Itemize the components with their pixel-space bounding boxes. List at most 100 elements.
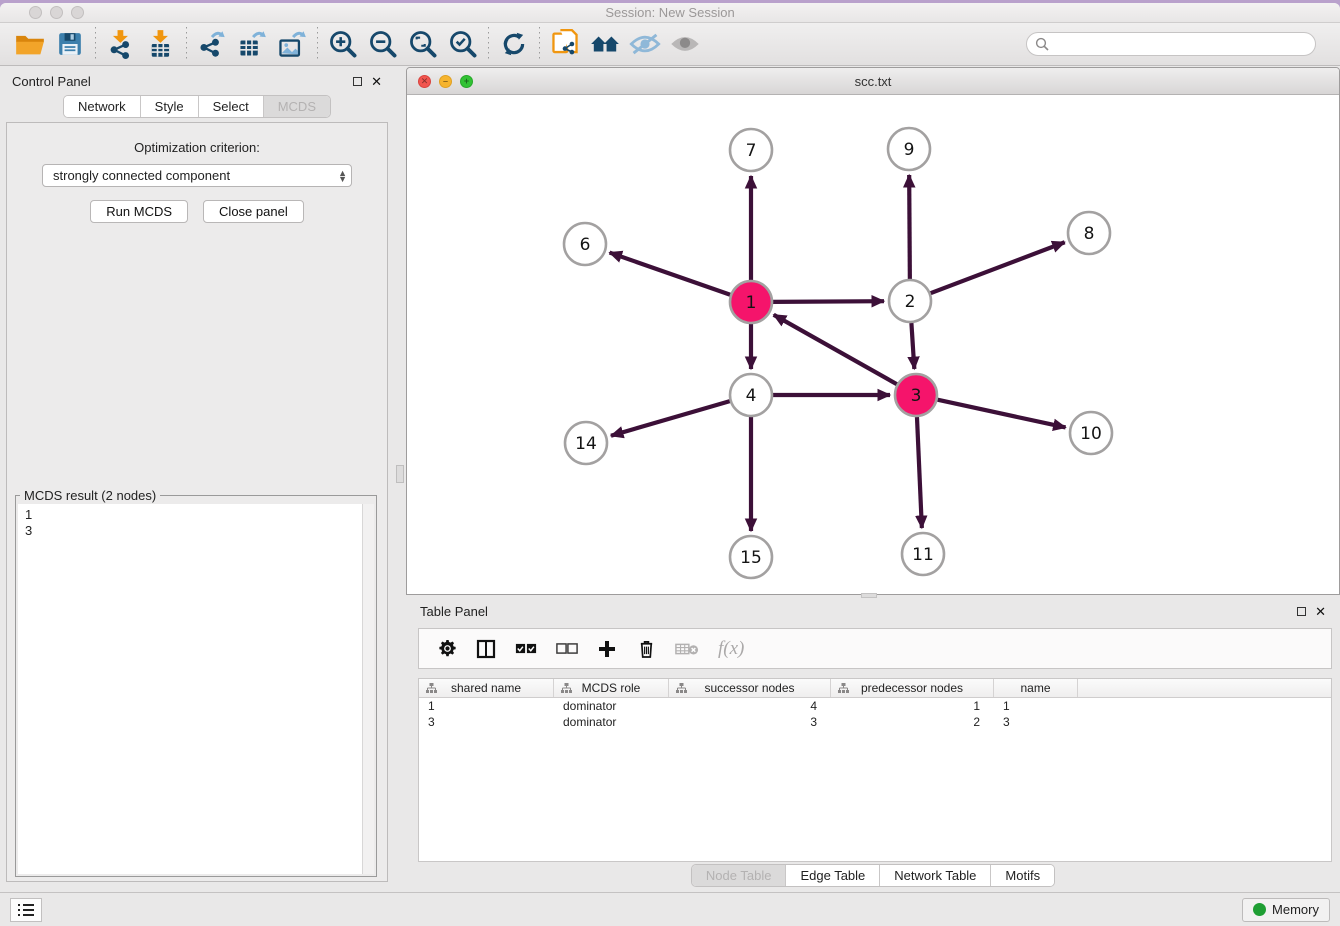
criterion-value: strongly connected component xyxy=(53,168,230,183)
splitter-handle[interactable] xyxy=(396,465,404,483)
search-input[interactable] xyxy=(1054,37,1315,52)
node-1[interactable]: 1 xyxy=(730,281,772,323)
edge-2-9[interactable] xyxy=(909,175,910,279)
cell: 3 xyxy=(994,715,1078,729)
memory-status-icon xyxy=(1253,903,1266,916)
zoom-out-button[interactable] xyxy=(363,26,403,62)
close-panel-button[interactable]: Close panel xyxy=(203,200,304,223)
svg-text:4: 4 xyxy=(746,386,757,406)
float-table-panel-icon[interactable] xyxy=(1297,607,1306,616)
select-all-rows-button[interactable] xyxy=(515,643,537,654)
delete-table-icon xyxy=(675,641,699,657)
mcds-result-title: MCDS result (2 nodes) xyxy=(20,488,160,503)
node-11[interactable]: 11 xyxy=(902,533,944,575)
column-header-shared-name[interactable]: shared name xyxy=(419,679,554,697)
show-all-button[interactable] xyxy=(665,26,705,62)
import-table-button[interactable] xyxy=(141,26,181,62)
delete-table-button[interactable] xyxy=(675,641,699,657)
svg-text:6: 6 xyxy=(580,235,591,255)
edge-2-8[interactable] xyxy=(931,242,1065,293)
show-column-button[interactable] xyxy=(476,639,496,659)
node-2[interactable]: 2 xyxy=(889,280,931,322)
node-6[interactable]: 6 xyxy=(564,223,606,265)
search-field[interactable] xyxy=(1026,32,1316,56)
task-history-button[interactable] xyxy=(10,898,42,922)
first-neighbors-button[interactable] xyxy=(545,26,585,62)
list-icon xyxy=(17,903,35,917)
node-3[interactable]: 3 xyxy=(895,374,937,416)
vertical-splitter[interactable] xyxy=(394,67,406,892)
node-7[interactable]: 7 xyxy=(730,129,772,171)
cell: 1 xyxy=(419,699,554,713)
tab-select[interactable]: Select xyxy=(199,96,264,117)
node-4[interactable]: 4 xyxy=(730,374,772,416)
home-networks-button[interactable] xyxy=(585,26,625,62)
svg-text:8: 8 xyxy=(1084,224,1095,244)
tab-mcds[interactable]: MCDS xyxy=(264,96,330,117)
float-panel-icon[interactable] xyxy=(353,77,362,86)
svg-text:7: 7 xyxy=(746,141,757,161)
column-header-name[interactable]: name xyxy=(994,679,1078,697)
zoom-in-button[interactable] xyxy=(323,26,363,62)
add-column-button[interactable] xyxy=(597,640,617,658)
run-mcds-button[interactable]: Run MCDS xyxy=(90,200,188,223)
import-network-button[interactable] xyxy=(101,26,141,62)
edge-4-14[interactable] xyxy=(611,401,730,436)
edge-1-6[interactable] xyxy=(610,253,731,295)
plus-icon xyxy=(598,640,616,658)
zoom-selected-button[interactable] xyxy=(443,26,483,62)
table-settings-button[interactable] xyxy=(437,639,457,658)
refresh-button[interactable] xyxy=(494,26,534,62)
column-header-predecessor-nodes[interactable]: predecessor nodes xyxy=(831,679,994,697)
export-image-button[interactable] xyxy=(272,26,312,62)
zoom-selected-icon xyxy=(448,29,478,59)
function-builder-button[interactable]: f(x) xyxy=(718,638,744,660)
node-8[interactable]: 8 xyxy=(1068,212,1110,254)
network-graph[interactable]: 7 9 6 8 1 2 4 3 14 10 15 11 xyxy=(407,95,1339,595)
memory-button[interactable]: Memory xyxy=(1242,898,1330,922)
edge-3-10[interactable] xyxy=(937,400,1065,428)
zoom-out-icon xyxy=(368,29,398,59)
tab-network[interactable]: Network xyxy=(64,96,141,117)
cell: 1 xyxy=(994,699,1078,713)
tab-motifs[interactable]: Motifs xyxy=(991,865,1054,886)
column-header-MCDS-role[interactable]: MCDS role xyxy=(554,679,669,697)
zoom-fit-button[interactable] xyxy=(403,26,443,62)
column-header-successor-nodes[interactable]: successor nodes xyxy=(669,679,831,697)
tab-edge-table[interactable]: Edge Table xyxy=(786,865,880,886)
export-table-button[interactable] xyxy=(232,26,272,62)
tab-style[interactable]: Style xyxy=(141,96,199,117)
export-network-button[interactable] xyxy=(192,26,232,62)
network-canvas[interactable]: 7 9 6 8 1 2 4 3 14 10 15 11 xyxy=(407,95,1339,594)
node-9[interactable]: 9 xyxy=(888,128,930,170)
tab-network-table[interactable]: Network Table xyxy=(880,865,991,886)
edge-3-11[interactable] xyxy=(917,417,922,528)
edge-2-3[interactable] xyxy=(911,323,914,369)
deselect-all-rows-button[interactable] xyxy=(556,643,578,654)
mcds-result-text[interactable]: 1 3 xyxy=(18,504,374,874)
open-session-button[interactable] xyxy=(10,26,50,62)
checked-boxes-icon xyxy=(515,643,537,654)
svg-text:10: 10 xyxy=(1080,424,1102,444)
table-row[interactable]: 1dominator411 xyxy=(419,698,1331,714)
tab-node-table[interactable]: Node Table xyxy=(692,865,787,886)
edge-1-2[interactable] xyxy=(773,301,884,302)
node-14[interactable]: 14 xyxy=(565,422,607,464)
optimization-criterion-label: Optimization criterion: xyxy=(7,140,387,155)
control-panel-title: Control Panel xyxy=(12,74,91,89)
table-header-row: shared nameMCDS rolesuccessor nodesprede… xyxy=(419,679,1331,698)
table-tabs: Node TableEdge TableNetwork TableMotifs xyxy=(691,864,1055,887)
delete-column-button[interactable] xyxy=(636,639,656,658)
hide-selected-button[interactable] xyxy=(625,26,665,62)
svg-text:15: 15 xyxy=(740,548,762,568)
close-panel-icon[interactable]: ✕ xyxy=(371,77,382,86)
save-session-button[interactable] xyxy=(50,26,90,62)
table-row[interactable]: 3dominator323 xyxy=(419,714,1331,730)
table-toolbar: f(x) xyxy=(418,628,1332,669)
result-scrollbar[interactable] xyxy=(362,504,374,874)
node-10[interactable]: 10 xyxy=(1070,412,1112,454)
close-table-panel-icon[interactable]: ✕ xyxy=(1315,607,1326,616)
criterion-dropdown[interactable]: strongly connected component ▲▼ xyxy=(42,164,352,187)
node-15[interactable]: 15 xyxy=(730,536,772,578)
edge-3-1[interactable] xyxy=(774,315,897,384)
